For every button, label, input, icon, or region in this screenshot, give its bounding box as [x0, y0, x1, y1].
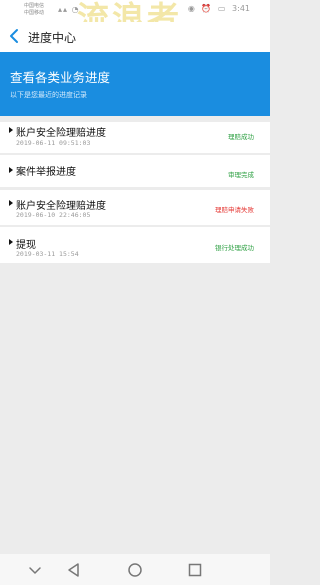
record-title: 账户安全险理赔进度: [16, 128, 106, 139]
status-bar: 中国电信 中国移动 ▴▴ ◔ 流浪者 ◉ ⏰ ▭ 3:41: [0, 0, 270, 36]
list-item[interactable]: 案件举报进度 审理完成: [0, 155, 270, 187]
caret-right-icon: [9, 239, 13, 245]
record-title: 提现: [16, 240, 36, 251]
battery-icon: ▭: [217, 4, 226, 13]
banner-subtitle: 以下是您最近的进度记录: [10, 91, 87, 99]
clock-time: 3:41: [232, 4, 250, 13]
chevron-down-icon[interactable]: [25, 560, 45, 580]
back-triangle-icon[interactable]: [64, 560, 84, 580]
record-time: 2019-03-11 15:54: [16, 250, 79, 258]
carrier-name-1: 中国电信: [24, 3, 45, 9]
record-status: 理赔申请失败: [215, 206, 254, 214]
caret-right-icon: [9, 167, 13, 173]
caret-right-icon: [9, 127, 13, 133]
location-icon: ◉: [187, 4, 195, 13]
record-title: 账户安全险理赔进度: [16, 201, 106, 212]
recents-square-icon[interactable]: [185, 560, 205, 580]
carrier-name-2: 中国移动: [24, 10, 45, 16]
record-status: 理赔成功: [228, 133, 254, 141]
record-time: 2019-06-11 09:51:03: [16, 139, 91, 147]
list-item[interactable]: 提现 2019-03-11 15:54 银行处理成功: [0, 227, 270, 263]
page-title: 进度中心: [28, 31, 77, 45]
record-time: 2019-06-10 22:46:05: [16, 211, 91, 219]
record-status: 银行处理成功: [215, 244, 254, 252]
status-right: ◉ ⏰ ▭ 3:41: [184, 4, 250, 13]
record-status: 审理完成: [228, 171, 254, 179]
home-circle-icon[interactable]: [125, 560, 145, 580]
header-banner: 查看各类业务进度 以下是您最近的进度记录: [0, 52, 270, 116]
record-title: 案件举报进度: [16, 167, 76, 178]
back-arrow-icon[interactable]: [8, 28, 20, 44]
banner-title: 查看各类业务进度: [10, 70, 111, 85]
system-nav-bar: [0, 554, 270, 585]
signal-icon: ▴▴: [58, 5, 69, 14]
carrier-info: 中国电信 中国移动: [24, 3, 44, 17]
nav-bar: 进度中心: [0, 22, 270, 52]
alarm-icon: ⏰: [201, 4, 212, 13]
list-item[interactable]: 账户安全险理赔进度 2019-06-10 22:46:05 理赔申请失败: [0, 190, 270, 225]
list-item[interactable]: 账户安全险理赔进度 2019-06-11 09:51:03 理赔成功: [0, 122, 270, 153]
caret-right-icon: [9, 200, 13, 206]
